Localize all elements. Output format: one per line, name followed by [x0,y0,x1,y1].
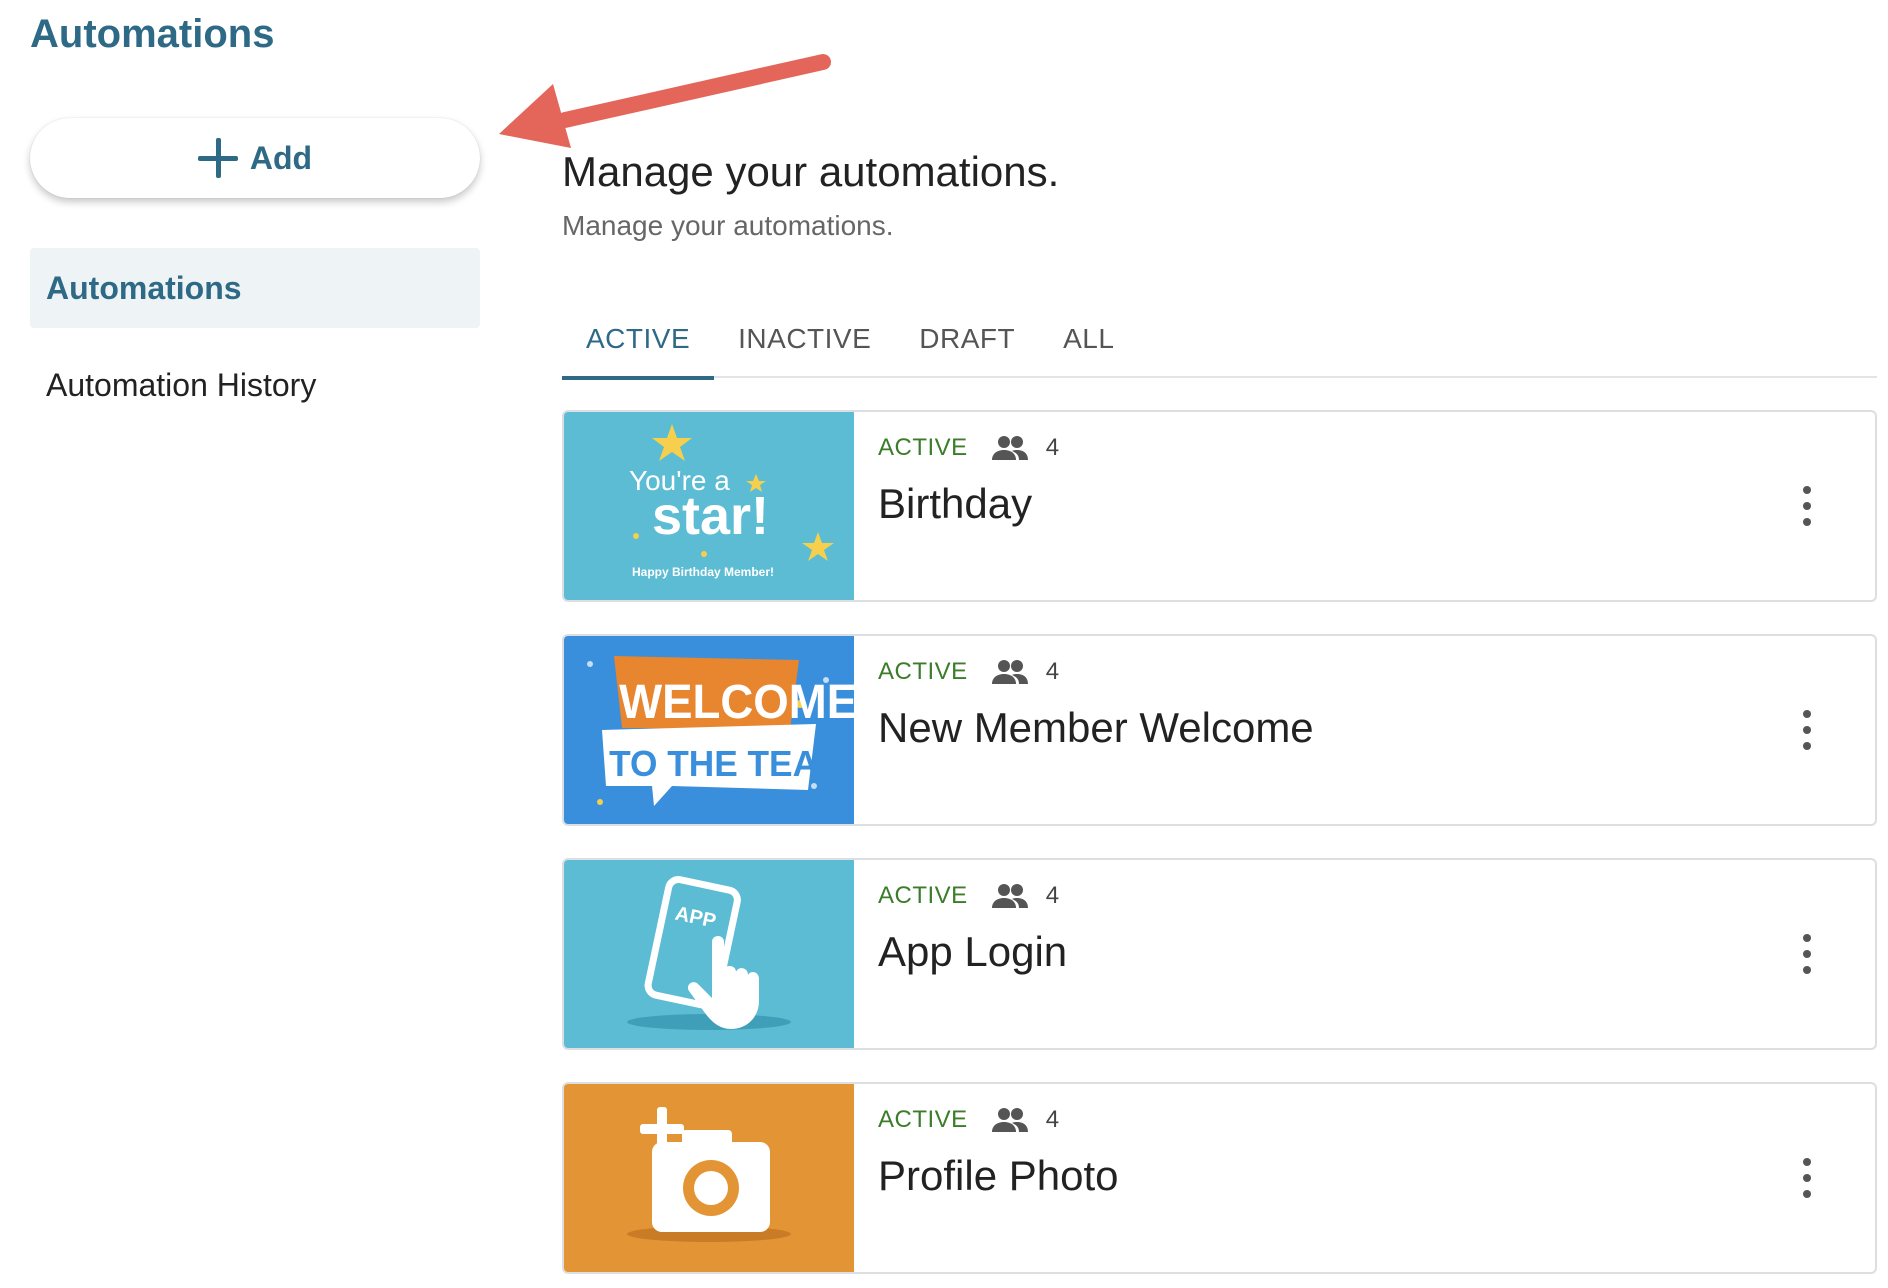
automation-card-profile-photo[interactable]: ACTIVE 4 Profile Photo [562,1082,1877,1274]
automation-thumbnail: You're a star! Happy Birthday Member! [564,412,854,600]
people-count-value: 4 [1045,882,1060,909]
kebab-menu-icon[interactable] [1799,934,1815,978]
main-heading: Manage your automations. [562,148,1060,195]
automation-card-birthday[interactable]: You're a star! Happy Birthday Member! AC… [562,410,1877,602]
main-subheading: Manage your automations. [562,210,894,241]
status-badge: ACTIVE [878,882,968,909]
status-badge: ACTIVE [878,434,968,461]
thumb-line-2: TO THE TEAM! [609,744,854,784]
people-count-value: 4 [1045,1106,1060,1133]
sidebar-item-automation-history[interactable]: Automation History [30,345,480,425]
add-button-label: Add [249,139,313,176]
sidebar-item-label: Automations [46,269,242,306]
thumb-line-1: WELCOME [619,675,854,728]
tab-all[interactable]: ALL [1039,300,1138,378]
plus-icon [197,138,238,178]
tab-active[interactable]: ACTIVE [562,300,715,380]
people-icon [991,436,1028,460]
kebab-menu-icon[interactable] [1799,710,1815,754]
automation-card-new-member-welcome[interactable]: WELCOME TO THE TEAM! ACTIVE 4 New Member… [562,634,1877,826]
sidebar-item-label: Automation History [46,366,317,403]
status-badge: ACTIVE [878,658,968,685]
automation-title: New Member Welcome [878,704,1314,751]
kebab-menu-icon[interactable] [1799,486,1815,530]
people-icon [991,884,1028,908]
people-count-value: 4 [1045,658,1060,685]
people-count: 4 [990,658,1059,686]
automation-thumbnail [564,1084,854,1272]
people-count: 4 [990,434,1059,462]
automation-title: App Login [878,928,1068,975]
automation-card-app-login[interactable]: APP ACTIVE 4 App Login [562,858,1877,1050]
people-count: 4 [990,1106,1059,1134]
sidebar-item-automations[interactable]: Automations [30,248,480,328]
people-icon [991,1108,1028,1132]
tab-inactive[interactable]: INACTIVE [714,300,895,378]
status-badge: ACTIVE [878,1106,968,1133]
add-button[interactable]: Add [30,118,480,198]
thumb-line-2: star! [652,486,769,546]
automation-title: Profile Photo [878,1152,1119,1199]
people-count: 4 [990,882,1059,910]
kebab-menu-icon[interactable] [1799,1158,1815,1202]
annotation-arrow-icon [499,54,831,148]
people-count-value: 4 [1045,434,1060,461]
automation-thumbnail: APP [564,860,854,1048]
automation-thumbnail: WELCOME TO THE TEAM! [564,636,854,824]
automation-title: Birthday [878,480,1033,527]
page-title: Automations [30,12,275,56]
thumb-line-3: Happy Birthday Member! [632,565,774,579]
tab-bar: ACTIVE INACTIVE DRAFT ALL [562,300,1877,380]
people-icon [991,660,1028,684]
tab-draft[interactable]: DRAFT [895,300,1039,378]
